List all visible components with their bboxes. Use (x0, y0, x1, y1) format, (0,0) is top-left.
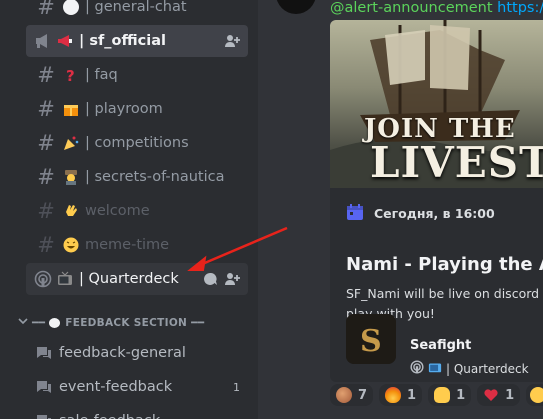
channel-label: | secrets-of-nautica (85, 169, 225, 185)
channel-playroom[interactable]: # | playroom (26, 93, 248, 125)
channel-welcome[interactable]: # welcome (26, 195, 248, 227)
category-feedback-section[interactable]: ━━ FEEDBACK SECTION ━━ (18, 316, 204, 329)
channel-sf-official[interactable]: | sf_official (26, 25, 248, 57)
event-time: Сегодня, в 16:00 (374, 206, 495, 221)
pirate-icon (336, 387, 352, 403)
heart-icon (483, 387, 499, 403)
emoji-icon (530, 387, 543, 403)
channel-label: feedback-general (59, 345, 186, 361)
hash-icon: # (37, 96, 55, 121)
event-banner: JOIN THE LIVEST (330, 20, 543, 188)
speech-bubble-icon (49, 317, 61, 328)
event-title[interactable]: Nami - Playing the Abys (346, 254, 543, 275)
hash-icon: # (37, 164, 55, 189)
reaction-count: 1 (505, 387, 515, 403)
channel-label: | faq (85, 67, 118, 83)
reaction-count: 1 (456, 387, 466, 403)
forum-event-feedback[interactable]: event-feedback 1 (26, 371, 248, 403)
reactions-bar: 7 1 1 1 (330, 384, 543, 406)
channel-label: meme-time (85, 237, 170, 253)
megaphone-icon (57, 33, 73, 49)
laughing-face-icon (63, 237, 79, 253)
announcement-icon (34, 33, 52, 49)
forum-icon (35, 413, 53, 419)
detective-icon (63, 169, 79, 185)
reaction-heart[interactable]: 1 (477, 384, 521, 406)
channel-label: | playroom (85, 101, 163, 117)
forum-sale-feedback[interactable]: sale-feedback (26, 405, 248, 419)
add-member-icon[interactable] (224, 33, 240, 53)
fire-icon (385, 387, 402, 403)
event-organizer[interactable]: Seafight (410, 338, 471, 353)
event-embed[interactable]: JOIN THE LIVEST Сегодня, в 16:00 Nami - … (330, 20, 543, 382)
question-mark-icon: ? (63, 67, 79, 85)
speech-bubble-icon (63, 0, 79, 15)
forum-icon (35, 379, 53, 395)
channel-quarterdeck[interactable]: | Quarterdeck (26, 263, 248, 295)
channel-label: event-feedback (59, 379, 173, 395)
channel-faq[interactable]: # ? | faq (26, 59, 248, 91)
channel-sidebar: # | general-chat | sf_official # ? | faq… (0, 0, 258, 419)
waving-hand-icon (63, 203, 79, 219)
channel-secrets-of-nautica[interactable]: # | secrets-of-nautica (26, 161, 248, 193)
message-link[interactable]: https:// (497, 0, 543, 16)
television-icon (57, 271, 73, 287)
hash-icon: # (37, 130, 55, 155)
banner-text-line2: LIVEST (370, 138, 543, 187)
stage-icon (410, 360, 424, 377)
channel-label: welcome (85, 203, 150, 219)
channel-meme-time[interactable]: # meme-time (26, 229, 248, 261)
stage-icon (34, 270, 52, 288)
channel-label: | sf_official (79, 33, 166, 49)
channel-general-chat[interactable]: # | general-chat (26, 0, 248, 23)
channel-label: | general-chat (85, 0, 187, 15)
channel-label: sale-feedback (59, 413, 160, 419)
svg-text:?: ? (66, 67, 75, 83)
thread-icon[interactable] (202, 271, 218, 291)
chevron-down-icon (18, 316, 28, 329)
television-icon (428, 360, 442, 377)
reaction-fire[interactable]: 1 (379, 384, 423, 406)
dash-left: ━━ (32, 316, 46, 329)
message-text: @alert-announcement https:// (330, 0, 543, 16)
dash-right: ━━ (191, 316, 205, 329)
gift-icon (63, 101, 79, 117)
reaction-count: 1 (407, 387, 417, 403)
add-member-icon[interactable] (224, 271, 240, 291)
hash-icon: # (37, 0, 55, 19)
forum-icon (35, 345, 53, 361)
hash-icon: # (37, 62, 55, 87)
calendar-icon (346, 203, 364, 224)
svg-text:S: S (360, 324, 382, 359)
party-popper-icon (63, 135, 79, 151)
reaction-partial[interactable] (526, 384, 543, 406)
role-mention[interactable]: @alert-announcement (330, 0, 493, 16)
avatar[interactable] (276, 0, 316, 14)
event-channel-label: | Quarterdeck (446, 361, 529, 376)
channel-competitions[interactable]: # | competitions (26, 127, 248, 159)
reaction-pointing-up[interactable]: 1 (428, 384, 472, 406)
reaction-pirate[interactable]: 7 (330, 384, 374, 406)
category-label: FEEDBACK SECTION (65, 316, 188, 329)
channel-label: | competitions (85, 135, 189, 151)
message-area: @alert-announcement https:// JOIN THE LI… (258, 0, 543, 419)
channel-label: | Quarterdeck (79, 271, 179, 287)
event-time-row: Сегодня, в 16:00 (346, 203, 495, 224)
forum-feedback-general[interactable]: feedback-general (26, 337, 248, 369)
pointing-up-icon (434, 387, 451, 403)
hash-icon: # (37, 232, 55, 257)
hash-icon: # (37, 198, 55, 223)
seafight-logo: S (346, 314, 396, 364)
unread-count: 1 (233, 380, 240, 394)
reaction-count: 7 (358, 387, 368, 403)
event-location[interactable]: | Quarterdeck (410, 360, 529, 377)
